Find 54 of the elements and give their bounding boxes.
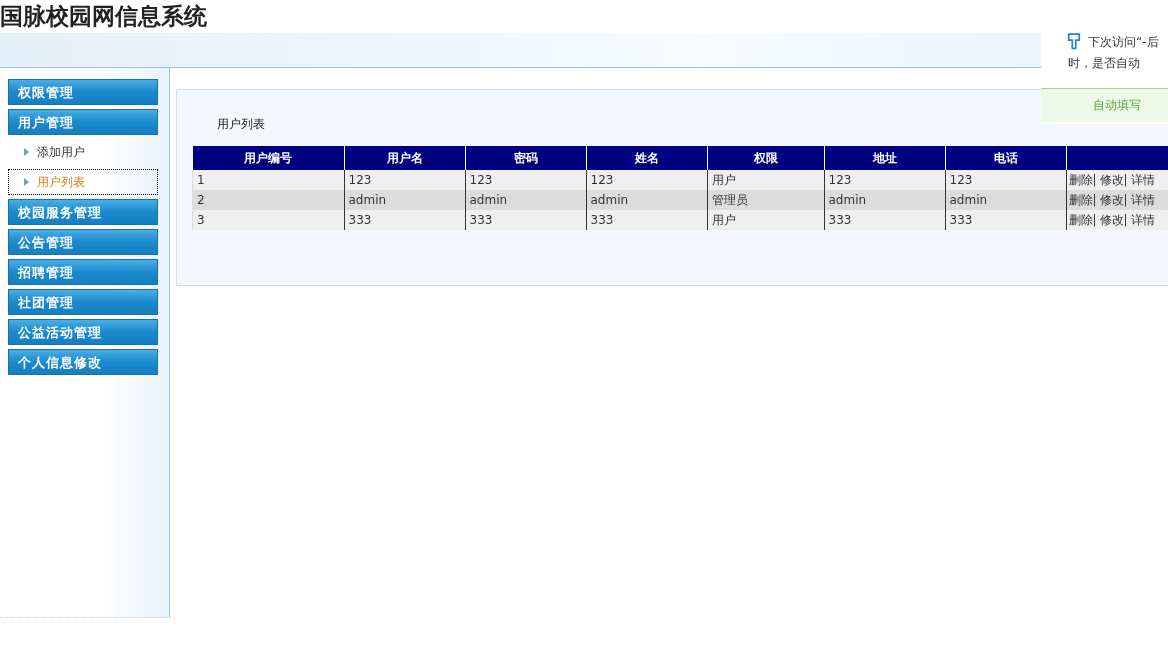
table-cell: 123: [344, 170, 465, 190]
column-header: 用户名: [344, 146, 465, 170]
table-cell: 1: [192, 170, 344, 190]
menu-group-header[interactable]: 用户管理: [8, 109, 158, 135]
key-icon: [1067, 32, 1081, 50]
action-link[interactable]: 详情: [1130, 192, 1155, 207]
table-cell: 333: [945, 210, 1066, 230]
menu-group-header[interactable]: 个人信息修改: [8, 349, 158, 375]
action-link[interactable]: 详情: [1130, 212, 1155, 227]
table-cell: 2: [192, 190, 344, 210]
action-link[interactable]: 修改|: [1099, 212, 1128, 227]
action-link[interactable]: 删除|: [1068, 172, 1097, 187]
column-header: 密码: [465, 146, 586, 170]
table-cell: 333: [344, 210, 465, 230]
table-cell: 3: [192, 210, 344, 230]
table-cell: admin: [344, 190, 465, 210]
column-header: 用户编号: [192, 146, 344, 170]
action-link[interactable]: 详情: [1130, 172, 1155, 187]
site-title: 国脉校园网信息系统: [0, 3, 208, 31]
menu-group-header[interactable]: 权限管理: [8, 79, 158, 105]
menu-group-header[interactable]: 招聘管理: [8, 259, 158, 285]
action-link[interactable]: 修改|: [1099, 172, 1128, 187]
popup-text: 下次访问“-后: [1088, 34, 1159, 51]
menu-group-header[interactable]: 社团管理: [8, 289, 158, 315]
action-link[interactable]: 删除|: [1068, 192, 1097, 207]
menu-group-header[interactable]: 校园服务管理: [8, 199, 158, 225]
table-cell: 333: [586, 210, 707, 230]
menu-group-header[interactable]: 公告管理: [8, 229, 158, 255]
triangle-icon: [24, 178, 29, 186]
menu-group-header[interactable]: 公益活动管理: [8, 319, 158, 345]
popup-text: 时，是否自动: [1068, 55, 1141, 72]
table-cell: 管理员: [707, 190, 824, 210]
panel-title: 用户列表: [217, 116, 266, 133]
column-header: 姓名: [586, 146, 707, 170]
table-cell: 333: [465, 210, 586, 230]
action-link[interactable]: 修改|: [1099, 192, 1128, 207]
table-cell: admin: [945, 190, 1066, 210]
table-cell: 用户: [707, 170, 824, 190]
table-cell: 123: [945, 170, 1066, 190]
submenu-label[interactable]: 添加用户: [37, 143, 85, 161]
table-cell: admin: [465, 190, 586, 210]
triangle-icon: [24, 148, 29, 156]
action-link[interactable]: 删除|: [1068, 212, 1097, 227]
submenu-item[interactable]: 添加用户: [8, 139, 158, 165]
table-cell: 123: [465, 170, 586, 190]
table-cell: admin: [824, 190, 945, 210]
column-header: 权限: [707, 146, 824, 170]
table-cell: 123: [824, 170, 945, 190]
table-cell: 333: [824, 210, 945, 230]
table-cell: admin: [586, 190, 707, 210]
table-cell: 123: [586, 170, 707, 190]
column-header: 电话: [945, 146, 1066, 170]
column-header: 地址: [824, 146, 945, 170]
table-cell: 用户: [707, 210, 824, 230]
